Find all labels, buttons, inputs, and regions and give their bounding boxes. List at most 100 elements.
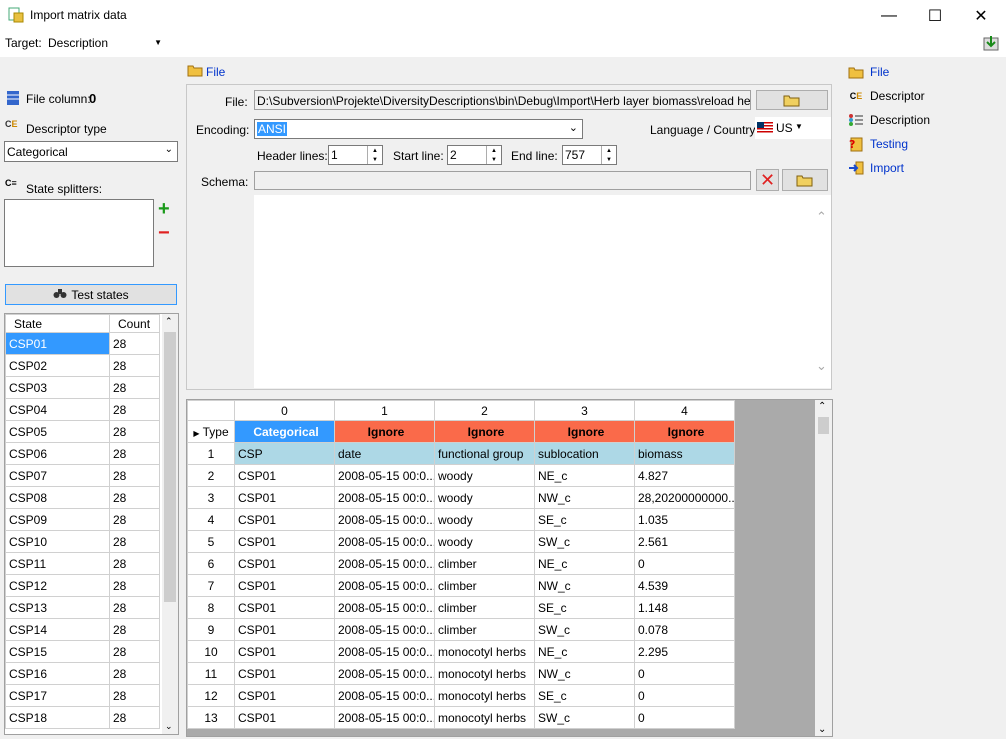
state-cell[interactable]: CSP01 [5, 332, 110, 355]
data-cell[interactable]: biomass [634, 442, 735, 465]
table-row[interactable]: CSP09 28 [5, 508, 160, 531]
data-cell[interactable]: CSP01 [234, 530, 335, 553]
table-row[interactable]: CSP16 28 [5, 662, 160, 685]
row-header[interactable]: 8 [187, 596, 235, 619]
state-cell[interactable]: CSP02 [5, 354, 110, 377]
data-cell[interactable]: 28,20200000000... [634, 486, 735, 509]
table-row[interactable]: 13 CSP01 2008-05-15 00:0... monocotyl herbs… [187, 706, 735, 729]
data-cell[interactable]: 2008-05-15 00:0... [334, 574, 435, 597]
chevron-down-icon[interactable]: ⌄ [165, 721, 173, 732]
type-cell[interactable]: Ignore [534, 420, 635, 443]
row-header[interactable]: 6 [187, 552, 235, 575]
data-cell[interactable]: 0 [634, 662, 735, 685]
table-row[interactable]: 7 CSP01 2008-05-15 00:0... climber NW_c 4.539 [187, 574, 735, 597]
spin-down-icon[interactable]: ▼ [368, 155, 382, 164]
table-row[interactable]: 2 CSP01 2008-05-15 00:0... woody NE_c 4.827 [187, 464, 735, 487]
schema-field[interactable] [254, 171, 751, 190]
nav-item-testing[interactable]: ? Testing [848, 133, 998, 155]
data-cell[interactable]: NE_c [534, 464, 635, 487]
data-cell[interactable]: monocotyl herbs [434, 706, 535, 729]
chevron-down-icon[interactable]: ⌄ [816, 358, 827, 374]
state-cell[interactable]: CSP03 [5, 376, 110, 399]
data-cell[interactable]: 2008-05-15 00:0... [334, 706, 435, 729]
count-cell[interactable]: 28 [109, 618, 160, 641]
table-row[interactable]: 11 CSP01 2008-05-15 00:0... monocotyl herbs… [187, 662, 735, 685]
data-cell[interactable]: 2008-05-15 00:0... [334, 508, 435, 531]
table-row[interactable]: CSP11 28 [5, 552, 160, 575]
row-header[interactable]: 13 [187, 706, 235, 729]
data-cell[interactable]: 0.078 [634, 618, 735, 641]
table-row[interactable]: 5 CSP01 2008-05-15 00:0... woody SW_c 2.561 [187, 530, 735, 553]
data-cell[interactable]: CSP01 [234, 684, 335, 707]
count-cell[interactable]: 28 [109, 486, 160, 509]
count-cell[interactable]: 28 [109, 640, 160, 663]
count-cell[interactable]: 28 [109, 574, 160, 597]
data-cell[interactable]: NW_c [534, 662, 635, 685]
data-cell[interactable]: 1.148 [634, 596, 735, 619]
row-header[interactable]: 7 [187, 574, 235, 597]
table-row[interactable]: 6 CSP01 2008-05-15 00:0... climber NE_c 0 [187, 552, 735, 575]
table-row[interactable]: 1 CSP date functional group sublocation bioma… [187, 442, 735, 465]
test-states-button[interactable]: Test states [5, 284, 177, 305]
column-header[interactable]: 3 [534, 400, 635, 421]
state-cell[interactable]: CSP10 [5, 530, 110, 553]
minimize-button[interactable]: — [866, 0, 912, 31]
state-cell[interactable]: CSP14 [5, 618, 110, 641]
data-cell[interactable]: SE_c [534, 596, 635, 619]
data-cell[interactable]: functional group [434, 442, 535, 465]
table-row[interactable]: CSP06 28 [5, 442, 160, 465]
table-row[interactable]: 3 CSP01 2008-05-15 00:0... woody NW_c 28,2020… [187, 486, 735, 509]
row-header[interactable]: 5 [187, 530, 235, 553]
data-cell[interactable]: 2008-05-15 00:0... [334, 552, 435, 575]
data-cell[interactable]: CSP01 [234, 464, 335, 487]
table-row[interactable]: CSP07 28 [5, 464, 160, 487]
state-splitters-list[interactable] [4, 199, 154, 267]
data-cell[interactable]: 2008-05-15 00:0... [334, 486, 435, 509]
spin-up-icon[interactable]: ▲ [602, 146, 616, 155]
count-cell[interactable]: 28 [109, 552, 160, 575]
chevron-up-icon[interactable]: ⌃ [165, 316, 173, 327]
data-cell[interactable]: monocotyl herbs [434, 684, 535, 707]
table-row[interactable]: 12 CSP01 2008-05-15 00:0... monocotyl herbs… [187, 684, 735, 707]
data-cell[interactable]: CSP01 [234, 640, 335, 663]
spin-down-icon[interactable]: ▼ [602, 155, 616, 164]
count-cell[interactable]: 28 [109, 684, 160, 707]
state-cell[interactable]: CSP09 [5, 508, 110, 531]
file-path-field[interactable]: D:\Subversion\Projekte\DiversityDescript… [254, 90, 751, 110]
row-header[interactable]: 12 [187, 684, 235, 707]
data-cell[interactable]: 2008-05-15 00:0... [334, 596, 435, 619]
close-button[interactable]: ✕ [958, 0, 1004, 31]
state-cell[interactable]: CSP16 [5, 662, 110, 685]
count-cell[interactable]: 28 [109, 706, 160, 729]
count-cell[interactable]: 28 [109, 596, 160, 619]
row-header[interactable]: 9 [187, 618, 235, 641]
data-cell[interactable]: climber [434, 618, 535, 641]
data-cell[interactable]: CSP01 [234, 706, 335, 729]
count-cell[interactable]: 28 [109, 530, 160, 553]
state-column-header[interactable]: State [5, 314, 110, 333]
data-cell[interactable]: climber [434, 596, 535, 619]
data-cell[interactable]: SW_c [534, 618, 635, 641]
spin-up-icon[interactable]: ▲ [368, 146, 382, 155]
table-row[interactable]: 4 CSP01 2008-05-15 00:0... woody SE_c 1.035 [187, 508, 735, 531]
data-cell[interactable]: CSP01 [234, 618, 335, 641]
table-row[interactable]: CSP01 28 [5, 332, 160, 355]
state-cell[interactable]: CSP13 [5, 596, 110, 619]
data-cell[interactable]: 4.827 [634, 464, 735, 487]
maximize-button[interactable]: ☐ [912, 0, 958, 31]
data-grid[interactable]: 01234 ▶ Type Categorical Ignore Ignore Igno… [186, 399, 833, 737]
scrollbar-thumb[interactable] [164, 332, 176, 602]
preview-scrollbar[interactable]: ⌃ ⌄ [812, 195, 829, 388]
data-cell[interactable]: date [334, 442, 435, 465]
data-cell[interactable]: 0 [634, 552, 735, 575]
state-cell[interactable]: CSP15 [5, 640, 110, 663]
browse-file-button[interactable] [756, 90, 828, 110]
encoding-select[interactable]: ANSI ⌄ [254, 119, 583, 139]
data-cell[interactable]: 1.035 [634, 508, 735, 531]
save-settings-icon[interactable] [983, 35, 999, 51]
count-cell[interactable]: 28 [109, 376, 160, 399]
type-cell[interactable]: Categorical [234, 420, 335, 443]
data-cell[interactable]: woody [434, 530, 535, 553]
type-cell[interactable]: Ignore [334, 420, 435, 443]
data-cell[interactable]: sublocation [534, 442, 635, 465]
